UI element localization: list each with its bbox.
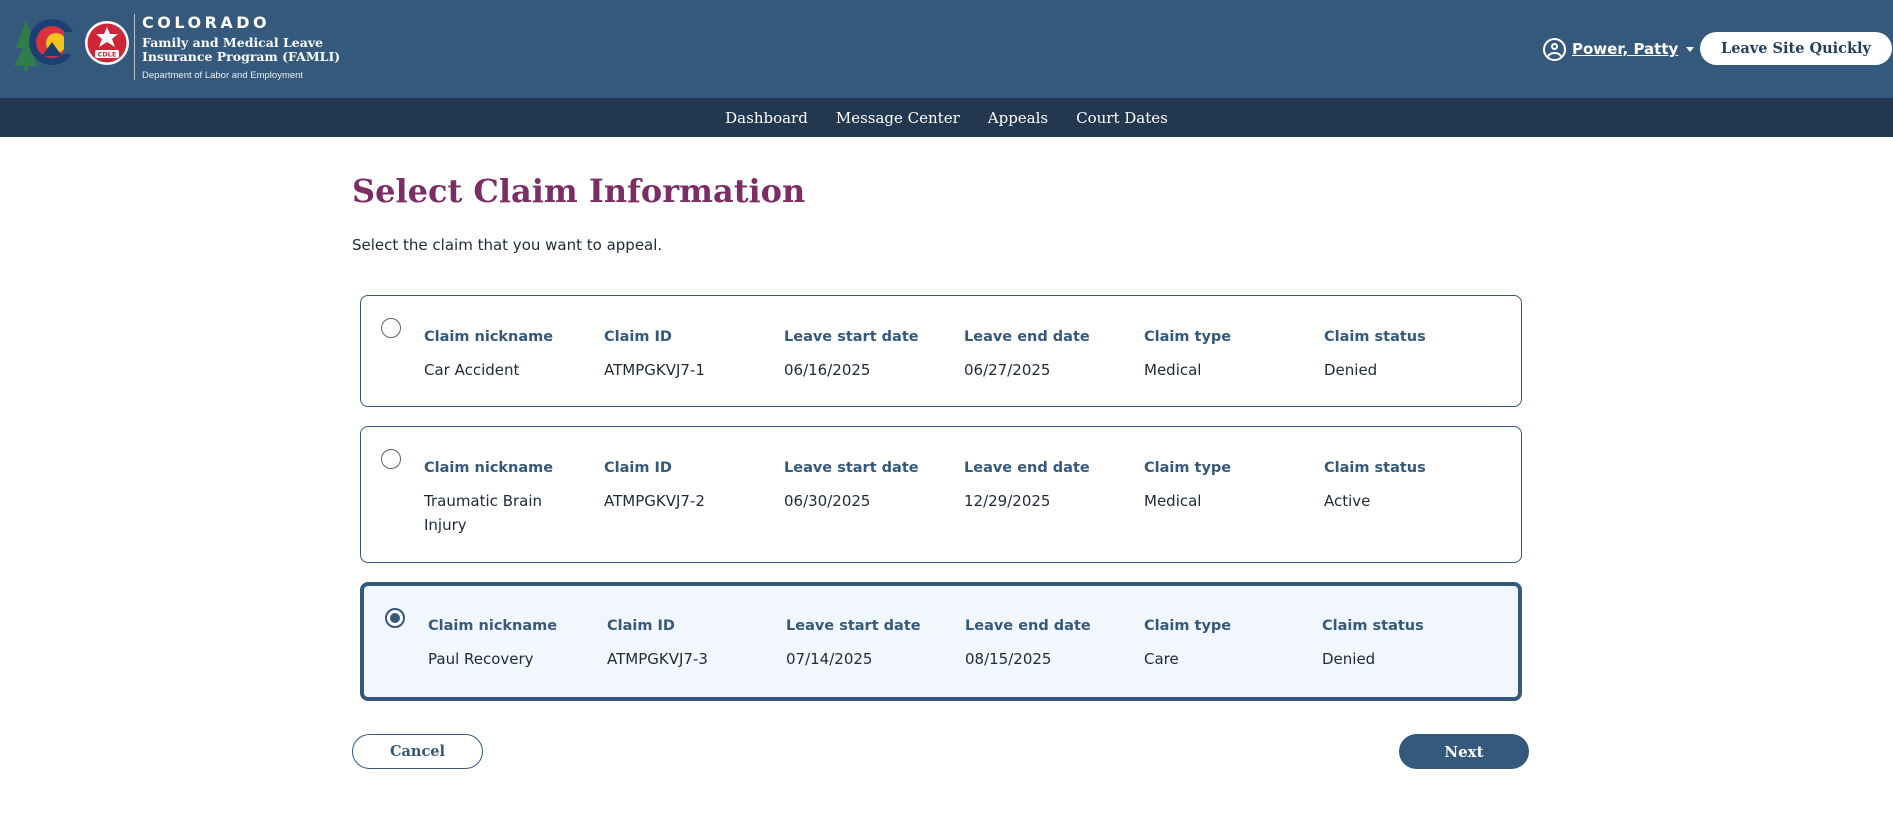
claim-nickname-value: Traumatic Brain Injury — [424, 492, 543, 534]
svg-text:CDLE: CDLE — [98, 51, 117, 59]
claim-id-cell: Claim ID ATMPGKVJ7-1 — [604, 329, 774, 382]
main-nav: Dashboard Message Center Appeals Court D… — [0, 98, 1893, 137]
claim-type-cell: Claim type Medical — [1144, 329, 1314, 382]
nav-court-dates[interactable]: Court Dates — [1076, 109, 1168, 127]
claim-status-value: Denied — [1322, 650, 1376, 668]
logo-program-name: Family and Medical Leave Insurance Progr… — [142, 36, 372, 64]
claim-status-cell: Claim status Denied — [1322, 618, 1492, 671]
claim-id-value: ATMPGKVJ7-1 — [604, 361, 705, 379]
leave-start-value: 06/30/2025 — [784, 492, 871, 510]
claim-id-cell: Claim ID ATMPGKVJ7-2 — [604, 460, 774, 513]
claim-nickname-cell: Claim nickname Paul Recovery — [428, 618, 598, 671]
user-menu[interactable]: Power, Patty — [1543, 36, 1695, 62]
column-label: Claim status — [1322, 618, 1424, 634]
chevron-down-icon — [1686, 46, 1695, 52]
column-label: Claim nickname — [424, 460, 554, 476]
claim-nickname-cell: Claim nickname Traumatic Brain Injury — [424, 460, 594, 537]
colorado-logo-icon: CDLE — [14, 19, 129, 71]
column-label: Claim nickname — [424, 329, 554, 345]
claim-nickname-value: Paul Recovery — [428, 650, 534, 668]
claim-type-value: Medical — [1144, 492, 1202, 510]
claim-nickname-cell: Claim nickname Car Accident — [424, 329, 594, 382]
claim-status-cell: Claim status Denied — [1324, 329, 1494, 382]
claim-status-value: Active — [1324, 492, 1371, 510]
leave-start-value: 07/14/2025 — [786, 650, 873, 668]
claim-radio-3[interactable] — [385, 608, 405, 628]
column-label: Claim status — [1324, 329, 1426, 345]
logo-program-line1: Family and Medical Leave — [142, 35, 324, 50]
column-label: Leave end date — [964, 460, 1090, 476]
leave-end-cell: Leave end date 12/29/2025 — [964, 460, 1134, 513]
leave-site-quickly-button[interactable]: Leave Site Quickly — [1700, 32, 1892, 65]
claim-id-value: ATMPGKVJ7-3 — [607, 650, 708, 668]
page-title: Select Claim Information — [352, 172, 806, 210]
leave-end-value: 12/29/2025 — [964, 492, 1051, 510]
claim-id-value: ATMPGKVJ7-2 — [604, 492, 705, 510]
claim-radio-1[interactable] — [381, 318, 401, 338]
leave-end-value: 08/15/2025 — [965, 650, 1052, 668]
next-button[interactable]: Next — [1399, 734, 1529, 769]
leave-start-cell: Leave start date 06/30/2025 — [784, 460, 954, 513]
claim-type-value: Medical — [1144, 361, 1202, 379]
column-label: Claim status — [1324, 460, 1426, 476]
cancel-button[interactable]: Cancel — [352, 734, 483, 769]
leave-end-value: 06/27/2025 — [964, 361, 1051, 379]
instruction-text: Select the claim that you want to appeal… — [352, 236, 663, 254]
leave-start-value: 06/16/2025 — [784, 361, 871, 379]
nav-appeals[interactable]: Appeals — [988, 109, 1048, 127]
leave-end-cell: Leave end date 08/15/2025 — [965, 618, 1135, 671]
column-label: Leave end date — [964, 329, 1090, 345]
column-label: Leave start date — [784, 460, 919, 476]
leave-start-cell: Leave start date 07/14/2025 — [786, 618, 956, 671]
nav-dashboard[interactable]: Dashboard — [725, 109, 808, 127]
column-label: Claim ID — [604, 329, 672, 345]
claim-type-cell: Claim type Medical — [1144, 460, 1314, 513]
claim-radio-2[interactable] — [381, 449, 401, 469]
nav-message-center[interactable]: Message Center — [836, 109, 960, 127]
logo-program-line2: Insurance Program (FAMLI) — [142, 49, 341, 64]
logo-department: Department of Labor and Employment — [142, 70, 304, 81]
logo-state-name: COLORADO — [142, 13, 271, 32]
claim-nickname-value: Car Accident — [424, 361, 520, 379]
column-label: Claim nickname — [428, 618, 558, 634]
claim-option-1[interactable]: Claim nickname Car Accident Claim ID ATM… — [360, 295, 1522, 407]
column-label: Claim type — [1144, 618, 1232, 634]
column-label: Claim type — [1144, 329, 1232, 345]
column-label: Claim type — [1144, 460, 1232, 476]
user-circle-icon — [1543, 37, 1566, 61]
logo-divider — [134, 14, 135, 80]
column-label: Leave end date — [965, 618, 1091, 634]
leave-end-cell: Leave end date 06/27/2025 — [964, 329, 1134, 382]
claim-type-value: Care — [1144, 650, 1179, 668]
column-label: Leave start date — [786, 618, 921, 634]
claim-type-cell: Claim type Care — [1144, 618, 1314, 671]
column-label: Leave start date — [784, 329, 919, 345]
claim-option-2[interactable]: Claim nickname Traumatic Brain Injury Cl… — [360, 426, 1522, 563]
user-name-link[interactable]: Power, Patty — [1572, 40, 1678, 58]
claim-option-3[interactable]: Claim nickname Paul Recovery Claim ID AT… — [360, 582, 1522, 701]
leave-start-cell: Leave start date 06/16/2025 — [784, 329, 954, 382]
claim-id-cell: Claim ID ATMPGKVJ7-3 — [607, 618, 777, 671]
column-label: Claim ID — [604, 460, 672, 476]
claim-status-cell: Claim status Active — [1324, 460, 1494, 513]
column-label: Claim ID — [607, 618, 675, 634]
claim-status-value: Denied — [1324, 361, 1378, 379]
site-header: CDLE COLORADO Family and Medical Leave I… — [0, 0, 1893, 98]
